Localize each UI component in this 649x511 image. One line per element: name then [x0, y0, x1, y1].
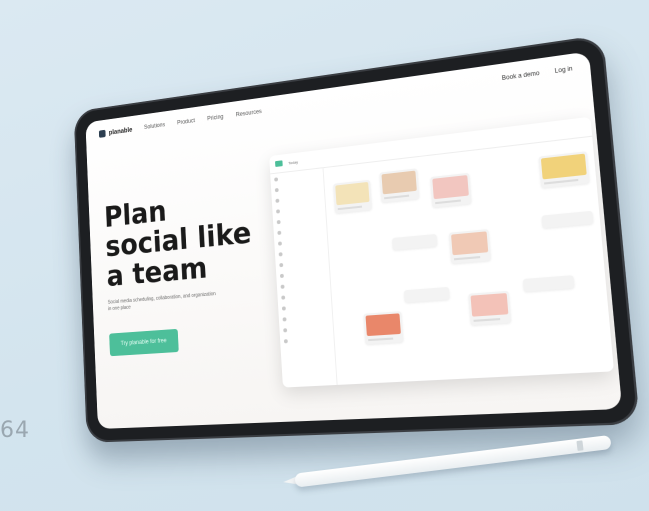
dot-icon [284, 339, 288, 343]
sidebar-item[interactable] [284, 333, 330, 345]
tablet-screen: planable Solutions Product Pricing Resou… [85, 51, 622, 429]
dot-icon [274, 177, 278, 181]
dot-icon [275, 187, 279, 191]
dot-icon [281, 284, 285, 288]
workspace-icon [275, 160, 283, 167]
dot-icon [275, 198, 279, 202]
dot-icon [277, 219, 281, 223]
login-link[interactable]: Log in [554, 66, 572, 75]
dot-icon [283, 317, 287, 321]
dot-icon [280, 273, 284, 277]
dot-icon [278, 241, 282, 245]
cta-button[interactable]: Try planable for free [109, 329, 179, 356]
corner-number: 64 [0, 418, 30, 443]
logo-icon [99, 130, 106, 138]
dot-icon [279, 262, 283, 266]
dot-icon [279, 252, 283, 256]
dot-icon [283, 328, 287, 332]
stylus-pencil [282, 435, 611, 489]
hero-title: Plan social like a team [104, 186, 266, 292]
book-demo-link[interactable]: Book a demo [502, 71, 540, 82]
tablet-device: planable Solutions Product Pricing Resou… [74, 35, 640, 443]
post-card[interactable] [392, 234, 437, 250]
post-card[interactable] [541, 211, 593, 229]
pencil-band [576, 440, 583, 451]
dot-icon [277, 230, 281, 234]
sidebar-item[interactable] [283, 322, 329, 334]
app-top-label: Today [288, 159, 298, 165]
post-card[interactable] [404, 287, 450, 303]
nav-item-pricing[interactable]: Pricing [207, 114, 223, 122]
app-preview: Today [269, 117, 614, 388]
post-card[interactable] [379, 168, 419, 202]
nav-item-product[interactable]: Product [177, 118, 195, 126]
nav-item-resources[interactable]: Resources [236, 109, 262, 118]
logo[interactable]: planable [99, 126, 133, 138]
post-card[interactable] [523, 275, 575, 292]
post-card[interactable] [363, 311, 403, 344]
post-card[interactable] [468, 291, 511, 325]
dot-icon [282, 306, 286, 310]
hero-subtitle: Social media scheduling, collaboration, … [108, 291, 221, 313]
post-card[interactable] [449, 229, 491, 264]
post-card[interactable] [539, 151, 590, 188]
calendar-grid [327, 140, 610, 380]
logo-text: planable [109, 126, 133, 136]
tablet-frame: planable Solutions Product Pricing Resou… [74, 35, 640, 443]
dot-icon [281, 295, 285, 299]
dot-icon [276, 209, 280, 213]
sidebar-item[interactable] [282, 311, 328, 323]
post-card[interactable] [430, 173, 472, 208]
post-card[interactable] [333, 180, 372, 214]
pencil-body [294, 435, 611, 488]
nav-item-solutions[interactable]: Solutions [144, 122, 165, 130]
